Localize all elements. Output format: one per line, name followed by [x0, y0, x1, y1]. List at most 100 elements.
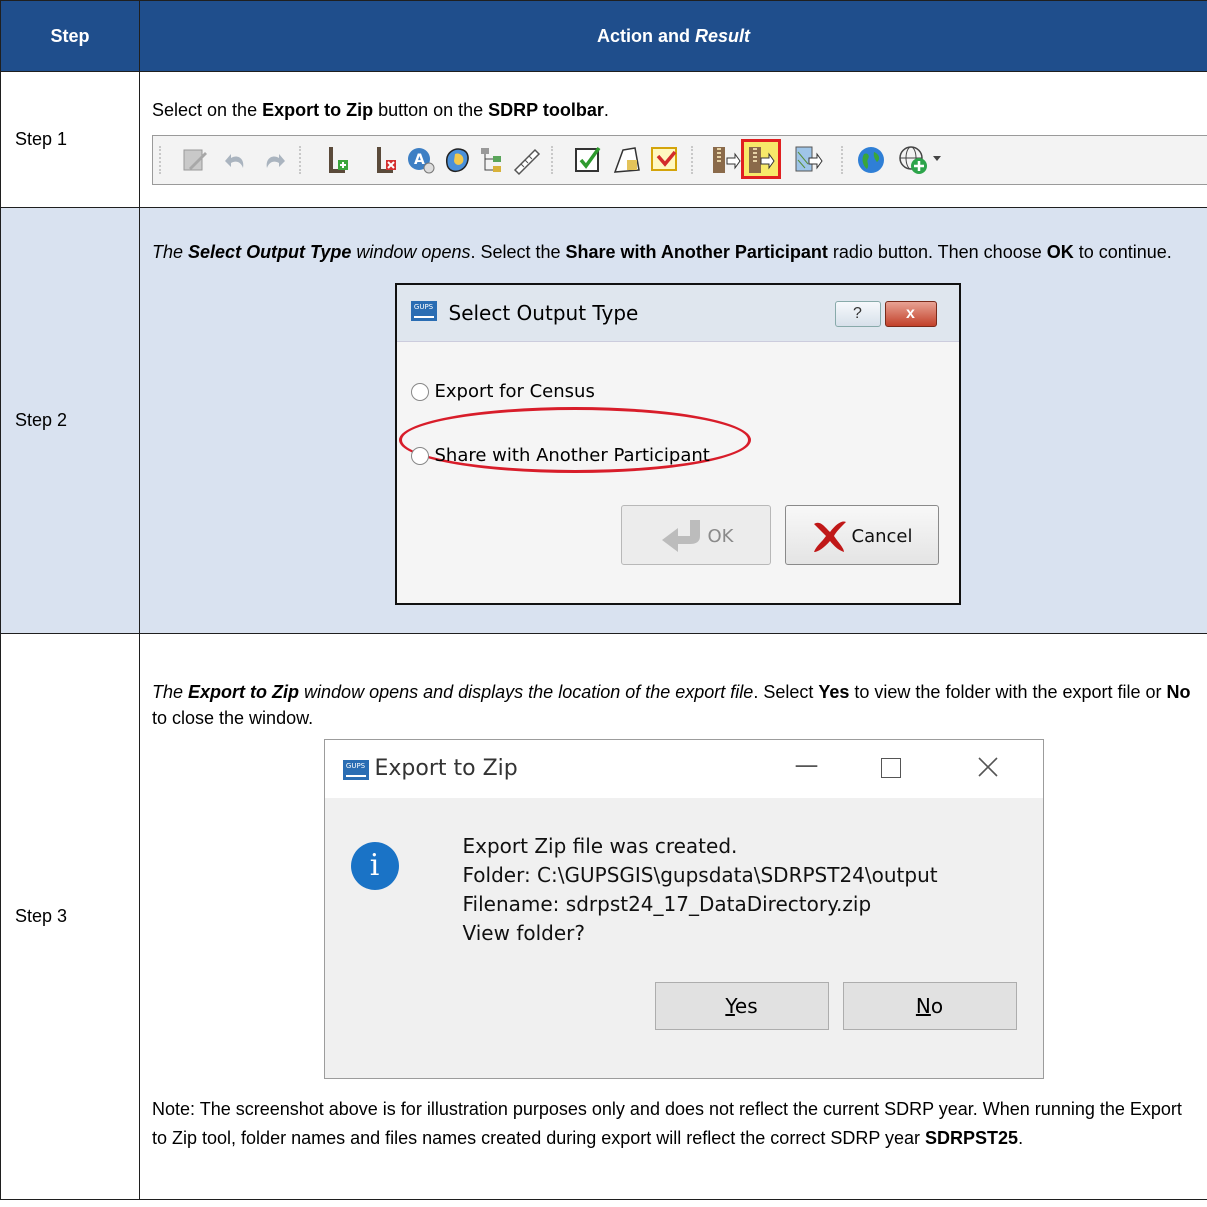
yes-accelerator: Y [725, 993, 735, 1018]
no-button[interactable]: No [842, 981, 1017, 1030]
text: . [1018, 1127, 1024, 1148]
step-row-3: Step 3 The Export to Zip window opens an… [0, 633, 1207, 1200]
dialog-message: Export Zip file was created. Folder: C:\… [463, 832, 938, 948]
export-map-icon[interactable] [793, 144, 825, 176]
yes-button[interactable]: Yes [654, 981, 829, 1030]
select-feature-icon[interactable] [441, 144, 473, 176]
undo-icon[interactable] [221, 144, 253, 176]
share-with-participant-label[interactable]: Share with Another Participant [435, 443, 710, 469]
dialog-title: Select Output Type [448, 300, 639, 325]
yes-label: es [734, 993, 758, 1018]
edit-icon[interactable] [179, 144, 211, 176]
note-text: Note: The screenshot above is for illust… [152, 1095, 1195, 1153]
no-label: o [930, 993, 944, 1018]
ok-label: OK [707, 525, 734, 547]
info-icon: i [350, 841, 399, 890]
dialog-title: Export to Zip [374, 755, 518, 781]
no-accelerator: N [915, 993, 931, 1018]
bold-text: SDRP toolbar [488, 99, 604, 120]
toolbar-grip[interactable] [159, 145, 165, 174]
text: to close the window. [152, 707, 314, 728]
text: Select on the [152, 99, 263, 120]
text: to view the folder with the export file … [849, 681, 1167, 702]
cancel-x-icon [813, 520, 846, 552]
gups-app-icon: GUPS [342, 759, 369, 780]
cancel-button[interactable]: Cancel [784, 504, 939, 565]
export-for-census-radio[interactable] [410, 382, 429, 401]
select-output-type-dialog: GUPS Select Output Type ? x Export for C… [394, 282, 961, 605]
italic-text: The [152, 681, 189, 702]
italic-text: window opens and displays the location o… [299, 681, 754, 702]
result-header-text: Result [694, 25, 750, 46]
step-instruction: The Export to Zip window opens and displ… [152, 679, 1195, 731]
export-to-zip-dialog: GUPS Export to Zip — i Export Zip file w… [323, 738, 1044, 1079]
note-body: Note: The screenshot above is for illust… [152, 1098, 1182, 1148]
message-line: Folder: C:\GUPSGIS\gupsdata\SDRPST24\out… [462, 862, 938, 887]
close-button[interactable]: x [884, 300, 937, 327]
dialog-titlebar: GUPS Select Output Type ? x [396, 284, 959, 342]
measure-icon[interactable] [511, 144, 543, 176]
step-action: The Select Output Type window opens. Sel… [139, 207, 1207, 634]
message-line: Filename: sdrpst24_17_DataDirectory.zip [462, 891, 872, 916]
toolbar-grip[interactable] [551, 145, 557, 174]
toolbar-grip[interactable] [691, 145, 697, 174]
polygon-icon[interactable] [611, 144, 643, 176]
text: to continue. [1073, 241, 1172, 262]
step-instruction: The Select Output Type window opens. Sel… [152, 239, 1195, 265]
share-with-participant-radio[interactable] [410, 446, 429, 465]
import-zip-icon[interactable] [709, 144, 741, 176]
step-label: Step 3 [0, 633, 140, 1200]
step-header: Step [0, 0, 140, 72]
text: button on the [373, 99, 489, 120]
toolbar-grip[interactable] [299, 145, 305, 174]
maximize-icon[interactable] [880, 757, 901, 778]
header-row: Step Action and Result [0, 0, 1207, 72]
message-line: Export Zip file was created. [462, 833, 738, 858]
action-header-text: Action and [596, 25, 695, 46]
toolbar-grip[interactable] [841, 145, 847, 174]
bold-text: OK [1046, 241, 1074, 262]
step-label: Step 1 [0, 71, 140, 208]
help-button[interactable]: ? [834, 300, 881, 327]
export-zip-icon[interactable] [745, 144, 777, 176]
dialog-titlebar: GUPS Export to Zip — [324, 739, 1043, 798]
add-feature-icon[interactable] [321, 144, 353, 176]
step-action: Select on the Export to Zip button on th… [139, 71, 1207, 208]
bold-italic-text: Select Output Type [188, 241, 352, 262]
chevron-down-icon[interactable] [933, 155, 941, 161]
globe-icon[interactable] [855, 144, 887, 176]
note-year: SDRPST25 [925, 1127, 1019, 1148]
redo-icon[interactable] [257, 144, 289, 176]
add-service-icon[interactable] [897, 144, 929, 176]
action-header: Action and Result [139, 0, 1207, 72]
ok-button[interactable]: OK [620, 504, 771, 565]
step-action: The Export to Zip window opens and displ… [139, 633, 1207, 1200]
ok-arrow-icon [661, 519, 700, 552]
italic-text: window opens [351, 241, 471, 262]
message-line: View folder? [462, 920, 586, 945]
delete-feature-icon[interactable] [369, 144, 401, 176]
review-icon[interactable] [571, 144, 603, 176]
bold-text: Share with Another Participant [565, 241, 828, 262]
instruction-table: Step Action and Result Step 1 Select on … [0, 0, 1207, 1200]
text: . [603, 99, 609, 120]
text: . Select [753, 681, 819, 702]
step-label: Step 2 [0, 207, 140, 634]
close-icon[interactable] [977, 756, 999, 778]
step-instruction: Select on the Export to Zip button on th… [152, 97, 1195, 123]
tree-icon[interactable] [477, 144, 509, 176]
sdrp-toolbar: A [152, 134, 1207, 185]
italic-text: The [152, 241, 189, 262]
bold-italic-text: Export to Zip [188, 681, 300, 702]
export-for-census-label[interactable]: Export for Census [435, 379, 595, 405]
minimize-icon[interactable]: — [795, 752, 819, 778]
cancel-label: Cancel [851, 525, 913, 547]
text: . Select the [470, 241, 566, 262]
attribute-icon[interactable]: A [405, 144, 437, 176]
save-edits-icon[interactable] [649, 144, 681, 176]
dialog-body: i Export Zip file was created. Folder: C… [324, 797, 1043, 1078]
bold-text: Export to Zip [262, 99, 374, 120]
step-row-1: Step 1 Select on the Export to Zip butto… [0, 71, 1207, 208]
step-row-2: Step 2 The Select Output Type window ope… [0, 207, 1207, 634]
bold-text: Yes [818, 681, 850, 702]
